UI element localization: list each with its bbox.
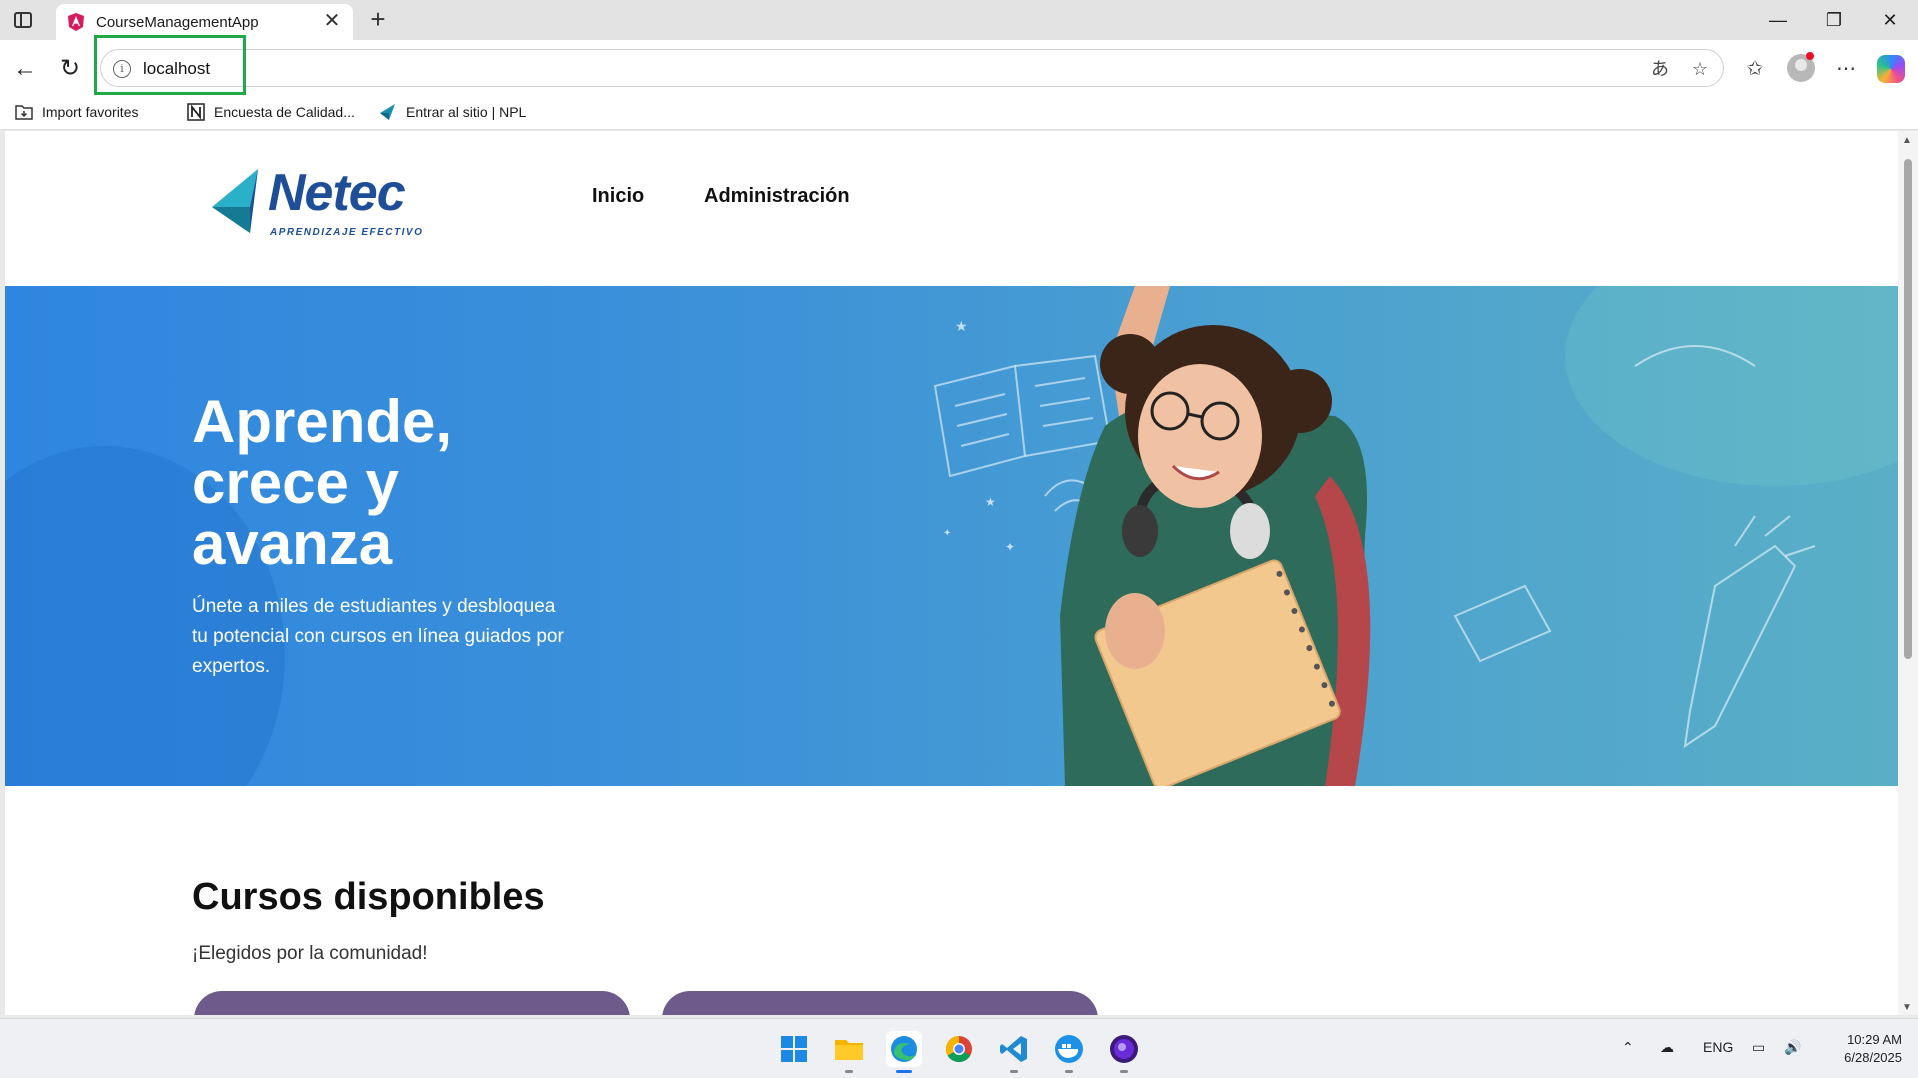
volume-icon[interactable]: 🔊 [1784, 1039, 1801, 1056]
running-indicator [845, 1070, 853, 1073]
windows-taskbar: ⌃ ☁ ENG ▭ 🔊 10:29 AM 6/28/2025 [0, 1018, 1918, 1078]
course-card[interactable] [662, 991, 1098, 1015]
nav-administracion[interactable]: Administración [704, 185, 850, 208]
minimize-button[interactable]: — [1758, 6, 1798, 34]
netec-arrow-icon [380, 104, 395, 120]
bookmark-npl[interactable]: Entrar al sitio | NPL [378, 100, 526, 124]
language-indicator[interactable]: ENG [1703, 1039, 1733, 1055]
address-bar[interactable]: i localhost あ ☆ [100, 49, 1724, 87]
docker-icon[interactable] [1051, 1031, 1087, 1073]
netec-logo[interactable]: Netec APRENDIZAJE EFECTIVO [210, 161, 430, 241]
scroll-down-icon[interactable]: ▼ [1902, 1002, 1912, 1013]
restore-button[interactable]: ❐ [1814, 6, 1854, 34]
hero-banner: Aprende, crece y avanza Únete a miles de… [5, 286, 1898, 786]
copilot-icon[interactable] [1877, 55, 1905, 83]
close-tab-icon[interactable]: ✕ [321, 10, 343, 32]
scroll-thumb[interactable] [1904, 159, 1912, 659]
bookmark-label: Encuesta de Calidad... [214, 104, 355, 120]
section-subtitle: ¡Elegidos por la comunidad! [192, 943, 428, 964]
file-explorer-icon[interactable] [831, 1031, 867, 1073]
network-icon[interactable]: ▭ [1752, 1039, 1765, 1056]
favorite-star-icon[interactable]: ☆ [1689, 58, 1711, 80]
page-viewport: Netec APRENDIZAJE EFECTIVO Inicio Admini… [5, 131, 1898, 1015]
back-icon[interactable]: ← [8, 52, 42, 86]
logo-wordmark: Netec [268, 164, 406, 222]
obs-icon[interactable] [1106, 1031, 1142, 1073]
close-window-button[interactable]: ✕ [1870, 6, 1910, 34]
bookmark-encuesta[interactable]: Encuesta de Calidad... [186, 100, 355, 124]
running-indicator [1065, 1070, 1073, 1073]
bookmark-label: Import favorites [42, 104, 139, 120]
svg-text:★: ★ [985, 495, 996, 509]
vertical-tabs-icon[interactable] [14, 12, 32, 28]
page-scrollbar[interactable]: ▲ ▼ [1898, 131, 1918, 1015]
address-highlight-box [94, 35, 246, 95]
edge-icon[interactable] [886, 1031, 922, 1073]
show-hidden-icons-icon[interactable]: ⌃ [1622, 1039, 1634, 1056]
svg-text:★: ★ [955, 318, 968, 334]
hero-subtitle: Únete a miles de estudiantes y desbloque… [192, 596, 564, 677]
bookmark-import-favorites[interactable]: Import favorites [14, 100, 138, 124]
system-clock[interactable]: 10:29 AM 6/28/2025 [1822, 1031, 1902, 1067]
netec-logo-icon [212, 169, 258, 233]
start-icon[interactable] [776, 1031, 812, 1067]
refresh-icon[interactable]: ↻ [53, 52, 87, 86]
scroll-up-icon[interactable]: ▲ [1902, 135, 1912, 146]
onedrive-offline-icon[interactable]: ☁ [1660, 1039, 1674, 1056]
hero-title: Aprende, crece y avanza [192, 388, 453, 577]
tab-bar: CourseManagementApp ✕ + — ❐ ✕ [0, 0, 1918, 40]
section-title: Cursos disponibles [192, 876, 545, 918]
svg-text:✦: ✦ [943, 528, 951, 539]
import-folder-icon [15, 105, 33, 120]
browser-toolbar: ← ↻ i localhost あ ☆ ✩ ⋯ [0, 40, 1918, 96]
bookmarks-bar: Import favorites Encuesta de Calidad... … [0, 96, 1918, 130]
nav-inicio[interactable]: Inicio [592, 185, 644, 208]
angular-favicon-icon [68, 13, 84, 31]
translate-icon[interactable]: あ [1649, 58, 1671, 80]
clock-time: 10:29 AM [1847, 1032, 1902, 1047]
site-header: Netec APRENDIZAJE EFECTIVO Inicio Admini… [5, 131, 1898, 286]
chrome-icon[interactable] [941, 1031, 977, 1067]
student-illustration: ★ ★ ✦ ✦ [933, 286, 1816, 786]
new-tab-button[interactable]: + [364, 6, 392, 34]
clock-date: 6/28/2025 [1844, 1050, 1902, 1065]
running-indicator [1010, 1070, 1018, 1073]
svg-text:✦: ✦ [1005, 540, 1015, 554]
more-menu-icon[interactable]: ⋯ [1831, 54, 1861, 84]
active-indicator [896, 1070, 912, 1073]
logo-tagline: APRENDIZAJE EFECTIVO [270, 227, 424, 238]
bookmark-label: Entrar al sitio | NPL [406, 104, 527, 120]
favorites-icon[interactable]: ✩ [1740, 54, 1770, 84]
notion-icon [187, 103, 205, 121]
notification-dot [1806, 52, 1814, 60]
running-indicator [1120, 1070, 1128, 1073]
vscode-icon[interactable] [996, 1031, 1032, 1073]
tab-title: CourseManagementApp [96, 14, 259, 31]
course-card[interactable] [194, 991, 630, 1015]
